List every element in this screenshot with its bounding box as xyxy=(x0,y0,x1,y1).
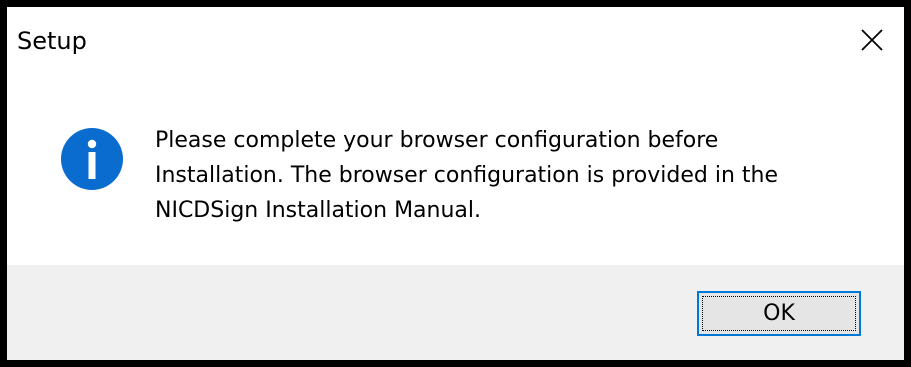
window-title: Setup xyxy=(17,27,87,55)
close-icon xyxy=(861,29,883,51)
close-button[interactable] xyxy=(854,22,890,58)
dialog-window: Setup Please complete your browser confi… xyxy=(0,0,911,367)
dialog-message: Please complete your browser configurati… xyxy=(155,123,875,228)
message-line: Please complete your browser configurati… xyxy=(155,128,719,153)
ok-button[interactable]: OK xyxy=(697,291,861,336)
dialog-footer: OK xyxy=(7,265,904,360)
title-bar[interactable]: Setup xyxy=(7,7,904,79)
message-line: Installation. The browser configuration … xyxy=(155,163,778,188)
message-line: NICDSign Installation Manual. xyxy=(155,198,482,223)
ok-button-label: OK xyxy=(763,301,795,326)
dialog-content: Please complete your browser configurati… xyxy=(7,79,904,265)
info-icon xyxy=(61,128,123,190)
